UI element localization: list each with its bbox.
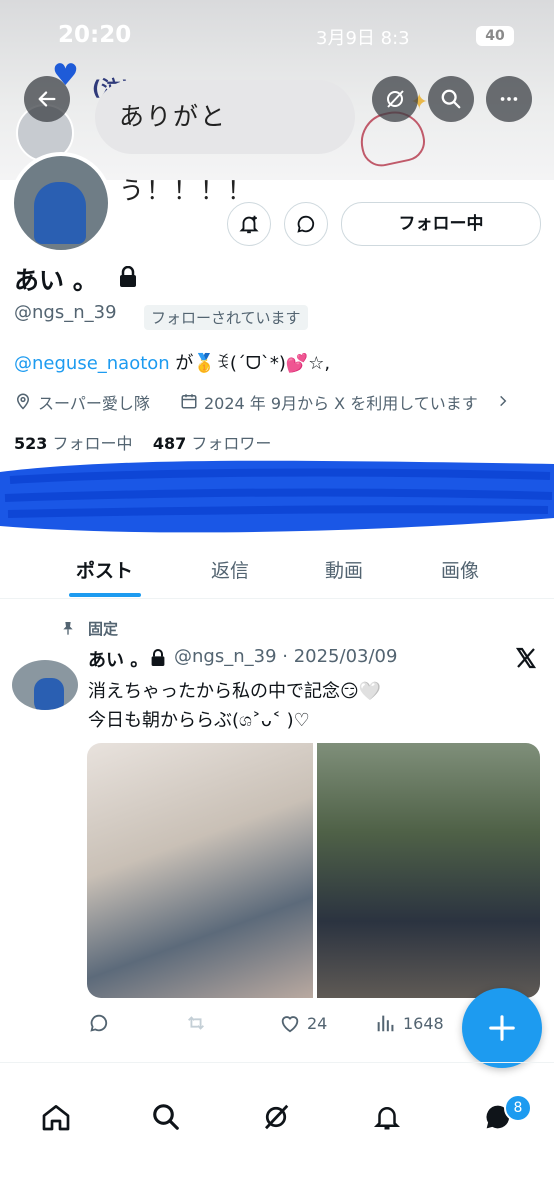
pinned-label: 固定	[88, 620, 119, 638]
profile-joined: 2024 年 9月から X を利用しています	[204, 394, 478, 413]
chevron-right-icon[interactable]	[496, 393, 510, 409]
battery-indicator: 40	[476, 26, 514, 46]
search-button[interactable]	[428, 76, 474, 122]
post-media-image-2[interactable]	[317, 743, 540, 998]
post-media[interactable]	[87, 743, 540, 998]
nav-home[interactable]	[36, 1097, 76, 1137]
like-action[interactable]: 24	[279, 1012, 327, 1034]
repost-action[interactable]	[184, 1012, 208, 1034]
following-button[interactable]: フォロー中	[341, 202, 541, 246]
reply-icon	[90, 1014, 108, 1032]
following-label: フォロー中	[52, 434, 133, 453]
more-button[interactable]	[486, 76, 532, 122]
post-author-name[interactable]: あい 。	[88, 646, 148, 672]
follow-counts[interactable]: 523 フォロー中 487 フォロワー	[14, 430, 271, 454]
tabs-divider	[0, 598, 554, 599]
arrow-left-icon	[38, 91, 56, 107]
search-icon	[441, 89, 461, 109]
banner-bubble: ありがとう！！！！	[95, 80, 355, 205]
x-logo-icon	[515, 647, 537, 669]
pin-icon	[63, 622, 73, 635]
bar-chart-icon	[377, 1015, 394, 1032]
profile-bio: @neguse_naoton が🥇ꉂ(ˊᗜˋ*)💕☆,	[14, 349, 330, 375]
views-action[interactable]: 1648	[375, 1012, 444, 1034]
post-lock-icon	[151, 649, 165, 666]
views-count: 1648	[403, 1013, 444, 1033]
profile-avatar[interactable]	[10, 152, 112, 254]
notify-button[interactable]	[227, 202, 271, 246]
grok-button[interactable]	[372, 76, 418, 122]
nav-divider	[0, 1062, 554, 1063]
post-avatar[interactable]	[12, 660, 78, 710]
home-icon	[42, 1105, 70, 1131]
heart-icon	[281, 1016, 299, 1033]
nav-grok[interactable]	[256, 1097, 296, 1137]
following-count: 523	[14, 434, 48, 453]
post-handle-date: @ngs_n_39 · 2025/03/09	[174, 646, 398, 667]
tab-posts[interactable]: ポスト	[76, 556, 133, 583]
more-icon	[500, 97, 518, 101]
followers-label: フォロワー	[191, 434, 272, 453]
nav-search-icon	[153, 1104, 179, 1130]
active-tab-indicator	[69, 593, 141, 597]
followers-count: 487	[152, 434, 187, 453]
grok-icon	[387, 90, 404, 108]
post-text-line1: 消えちゃったから私の中で記念😏🤍	[88, 681, 382, 702]
location-icon	[16, 393, 30, 410]
bio-text: が🥇ꉂ(ˊᗜˋ*)💕☆,	[169, 353, 331, 374]
messages-badge: 8	[504, 1094, 532, 1122]
profile-location: スーパー愛し隊	[38, 394, 150, 413]
tab-videos[interactable]: 動画	[325, 556, 363, 583]
bio-mention-link[interactable]: @neguse_naoton	[14, 353, 170, 374]
message-button[interactable]	[284, 202, 328, 246]
status-date: 3月9日 8:3	[316, 28, 410, 49]
status-time: 20:20	[58, 22, 132, 48]
nav-grok-icon	[265, 1104, 289, 1130]
back-button[interactable]	[24, 76, 70, 122]
redaction-scribble	[0, 460, 554, 533]
repost-icon	[188, 1016, 204, 1030]
post-text-line2: 今日も朝かららぶ(ශ˃ᴗ˂ )♡	[88, 710, 310, 731]
nav-search[interactable]	[146, 1097, 186, 1137]
calendar-icon	[181, 394, 197, 409]
nav-notifications[interactable]	[367, 1097, 407, 1137]
tab-images[interactable]: 画像	[441, 556, 479, 583]
bell-icon	[373, 1107, 401, 1130]
like-count: 24	[307, 1013, 328, 1033]
follows-you-badge: フォローされています	[144, 305, 308, 330]
profile-display-name: あい 。	[14, 266, 98, 295]
chat-bubble-icon	[297, 215, 315, 233]
tab-replies[interactable]: 返信	[211, 556, 249, 583]
profile-handle: @ngs_n_39	[14, 302, 117, 323]
reply-action[interactable]	[88, 1012, 110, 1034]
plus-icon	[489, 1015, 515, 1041]
post-media-image-1[interactable]	[87, 743, 313, 998]
lock-icon	[120, 266, 136, 287]
compose-post-button[interactable]	[462, 988, 542, 1068]
bell-plus-icon	[239, 215, 259, 234]
